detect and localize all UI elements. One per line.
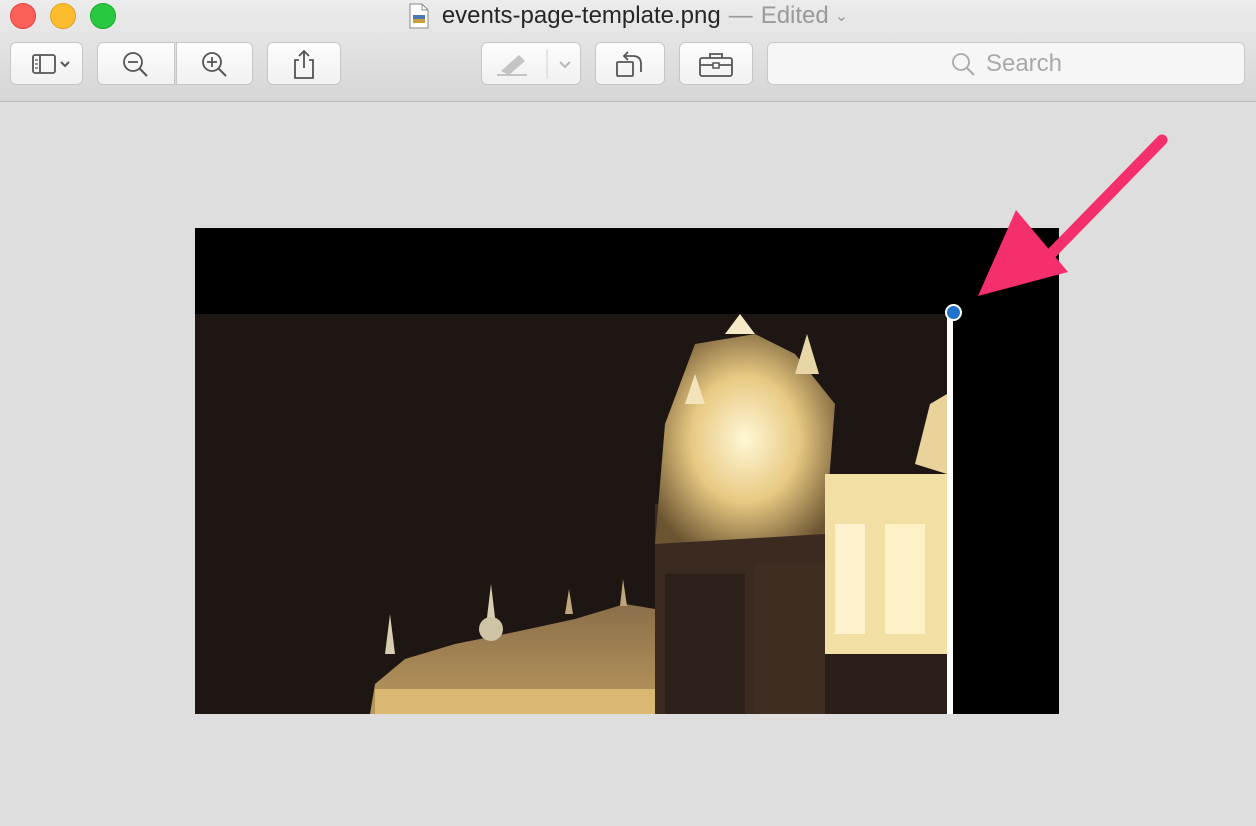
window-title[interactable]: events-page-template.png — Edited ⌄ — [0, 0, 1256, 32]
share-icon — [294, 49, 314, 79]
zoom-out-icon — [123, 51, 148, 77]
document-filename: events-page-template.png — [441, 2, 721, 29]
toolbox-button[interactable] — [679, 42, 753, 85]
image-canvas[interactable] — [195, 228, 1059, 714]
edited-status: Edited — [760, 2, 829, 29]
crop-edge-line — [947, 316, 953, 714]
title-separator: — — [728, 2, 753, 29]
search-icon — [952, 52, 975, 76]
zoom-out-button[interactable] — [97, 42, 175, 85]
rotate-icon — [616, 50, 642, 77]
markup-icon — [497, 48, 571, 79]
resize-handle[interactable] — [945, 304, 962, 321]
zoom-in-icon — [201, 51, 227, 77]
zoom-in-button[interactable] — [176, 42, 253, 85]
rotate-button[interactable] — [595, 42, 665, 85]
share-button[interactable] — [267, 42, 341, 85]
chevron-down-icon: ⌄ — [834, 8, 849, 25]
search-field[interactable]: Search — [767, 42, 1245, 85]
window-titlebar: events-page-template.png — Edited ⌄ Sear… — [0, 0, 1256, 102]
document-icon — [408, 3, 430, 29]
sidebar-icon — [31, 53, 70, 74]
toolbox-icon — [699, 52, 733, 77]
markup-button[interactable] — [481, 42, 581, 85]
sidebar-toggle-button[interactable] — [10, 42, 83, 85]
photo-graphic — [195, 314, 947, 714]
search-placeholder: Search — [985, 49, 1063, 77]
night-building-photo — [195, 314, 947, 714]
